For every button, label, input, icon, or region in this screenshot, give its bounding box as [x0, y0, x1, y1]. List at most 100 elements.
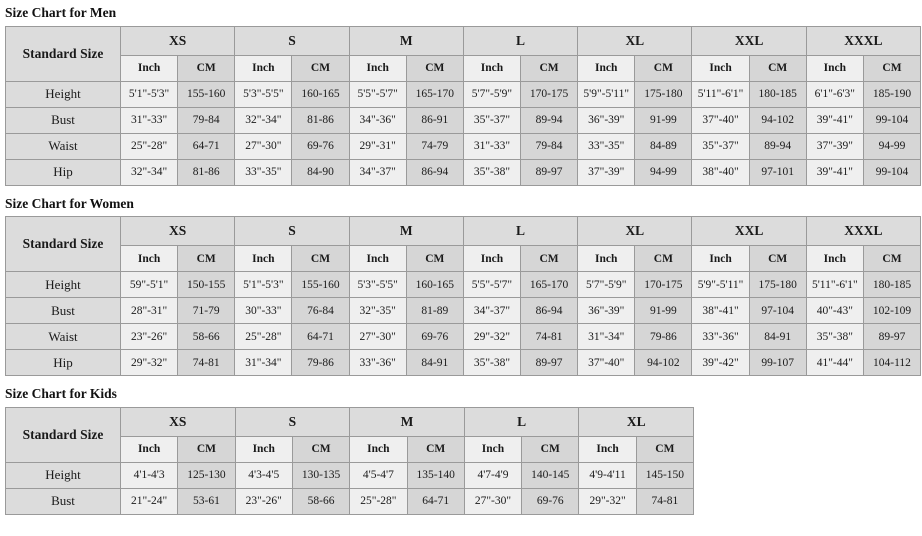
cell-height-s-inch: 4'3-4'5: [234, 461, 293, 489]
unit-header-l-inch: Inch: [462, 54, 522, 82]
cell-hip-xs-inch: 32"-34": [119, 158, 179, 186]
cell-hip-xl-inch: 37"-39": [577, 158, 636, 186]
cell-hip-xxxl-cm: 104-112: [862, 349, 922, 376]
cell-bust-xl-cm: 91-99: [634, 297, 693, 324]
cell-hip-m-cm: 84-91: [405, 349, 464, 376]
cell-waist-s-inch: 25"-28": [234, 323, 293, 350]
cell-bust-xxl-inch: 37"-40": [691, 106, 750, 134]
cell-hip-s-inch: 31"-34": [234, 349, 293, 376]
cell-waist-m-inch: 27"-30": [348, 323, 407, 350]
size-header-xxxl: XXXL: [805, 25, 922, 56]
cell-waist-l-cm: 74-81: [520, 323, 579, 350]
chart-spacer: [0, 186, 922, 197]
unit-header-xxl-inch: Inch: [691, 245, 750, 272]
cell-waist-xl-inch: 31"-34": [577, 323, 636, 350]
cell-height-xxxl-cm: 185-190: [862, 80, 922, 108]
size-header-l: L: [462, 216, 579, 246]
cell-bust-l-inch: 35"-37": [462, 106, 522, 134]
cell-waist-s-cm: 64-71: [291, 323, 350, 350]
cell-bust-xxl-cm: 94-102: [748, 106, 807, 134]
cell-bust-xl-inch: 36"-39": [577, 106, 636, 134]
table-row: Height 4'1-4'3 125-130 4'3-4'5 130-135 4'5-4'…: [5, 461, 695, 489]
cell-bust-m-cm: 81-89: [405, 297, 464, 324]
cell-waist-m-cm: 69-76: [405, 323, 464, 350]
measurement-label-height: Height: [5, 271, 121, 298]
size-header-m: M: [348, 216, 464, 246]
unit-header-xs-cm: CM: [177, 245, 236, 272]
table-row: Hip 32"-34" 81-86 33"-35" 84-90 34"-37" 86-94 3…: [5, 158, 922, 186]
unit-header-xs-inch: Inch: [119, 54, 179, 82]
cell-bust-xs-inch: 21"-24": [119, 487, 179, 515]
unit-header-s-inch: Inch: [234, 54, 293, 82]
size-header-xs: XS: [119, 216, 236, 246]
cell-bust-m-inch: 34"-36": [348, 106, 407, 134]
cell-hip-s-cm: 84-90: [291, 158, 350, 186]
cell-bust-l-cm: 86-94: [520, 297, 579, 324]
table-row: Height 5'1"-5'3" 155-160 5'3"-5'5" 160-165 5'…: [5, 80, 922, 108]
size-table-women: Standard Size XS S M L XL XXL XXXL Inch CM Inch CM I…: [5, 216, 922, 376]
table-row: Height 59"-5'1" 150-155 5'1"-5'3" 155-160 5'3…: [5, 271, 922, 298]
cell-height-s-inch: 5'1"-5'3": [234, 271, 293, 298]
size-header-s: S: [234, 406, 351, 437]
cell-hip-xl-cm: 94-102: [634, 349, 693, 376]
unit-header-xl-inch: Inch: [577, 54, 636, 82]
unit-header-xxxl-cm: CM: [862, 54, 922, 82]
cell-height-xxl-cm: 180-185: [748, 80, 807, 108]
cell-waist-xl-cm: 84-89: [634, 132, 693, 160]
cell-hip-xxxl-inch: 41"-44": [805, 349, 864, 376]
measurement-label-waist: Waist: [5, 132, 121, 160]
unit-header-s-cm: CM: [291, 435, 351, 463]
unit-header-xl-inch: Inch: [577, 245, 636, 272]
cell-bust-l-inch: 27"-30": [463, 487, 523, 515]
unit-header-m-cm: CM: [405, 54, 464, 82]
cell-waist-xxl-cm: 84-91: [748, 323, 807, 350]
standard-size-header: Standard Size: [5, 406, 121, 463]
unit-header-m-inch: Inch: [348, 245, 407, 272]
unit-header-xxxl-inch: Inch: [805, 54, 864, 82]
size-header-xs: XS: [120, 406, 236, 437]
cell-height-m-cm: 135-140: [406, 461, 465, 489]
cell-height-s-cm: 130-135: [291, 461, 351, 489]
cell-waist-xl-cm: 79-86: [634, 323, 693, 350]
chart-title-women: Size Chart for Women: [5, 195, 134, 211]
unit-header-xxl-cm: CM: [748, 245, 807, 272]
cell-bust-m-inch: 25"-28": [349, 487, 408, 515]
cell-waist-s-inch: 27"-30": [234, 132, 293, 160]
unit-header-s-inch: Inch: [234, 245, 293, 272]
cell-bust-xl-cm: 91-99: [634, 106, 693, 134]
cell-bust-s-inch: 30"-33": [234, 297, 293, 324]
cell-height-xs-inch: 5'1"-5'3": [119, 80, 179, 108]
cell-height-l-inch: 4'7-4'9: [463, 461, 523, 489]
unit-header-l-inch: Inch: [462, 245, 522, 272]
unit-header-m-inch: Inch: [349, 435, 408, 463]
cell-hip-xs-cm: 74-81: [177, 349, 236, 376]
unit-header-l-cm: CM: [521, 435, 580, 463]
unit-header-xs-cm: CM: [177, 435, 236, 463]
table-row: Waist 25"-28" 64-71 27"-30" 69-76 29"-31" 74-7…: [5, 132, 922, 160]
cell-bust-s-cm: 76-84: [291, 297, 350, 324]
cell-bust-s-inch: 32"-34": [234, 106, 293, 134]
table-row: Waist 23"-26" 58-66 25"-28" 64-71 27"-30" 69-7…: [5, 323, 922, 350]
cell-bust-l-cm: 69-76: [521, 487, 580, 515]
cell-height-xxxl-inch: 5'11"-6'1": [805, 271, 864, 298]
chart-title-men: Size Chart for Men: [5, 5, 117, 20]
cell-hip-xxl-inch: 38"-40": [691, 158, 750, 186]
size-chart-kids: Size Chart for Kids Standard Size XS S M L XL I…: [0, 387, 922, 515]
size-header-xxl: XXL: [691, 25, 807, 56]
cell-bust-m-cm: 64-71: [406, 487, 465, 515]
cell-hip-l-inch: 35"-38": [462, 158, 522, 186]
cell-height-xxxl-cm: 180-185: [862, 271, 922, 298]
cell-hip-l-cm: 89-97: [520, 349, 579, 376]
cell-waist-m-inch: 29"-31": [348, 132, 407, 160]
cell-hip-m-inch: 34"-37": [348, 158, 407, 186]
standard-size-header: Standard Size: [5, 25, 121, 82]
cell-height-l-cm: 140-145: [521, 461, 580, 489]
cell-height-xl-cm: 145-150: [635, 461, 695, 489]
cell-hip-xl-cm: 94-99: [634, 158, 693, 186]
cell-height-xl-inch: 4'9-4'11: [578, 461, 637, 489]
cell-height-xl-inch: 5'7"-5'9": [577, 271, 636, 298]
size-header-s: S: [234, 25, 350, 56]
unit-header-xxxl-cm: CM: [862, 245, 922, 272]
cell-hip-xxl-cm: 99-107: [748, 349, 807, 376]
unit-header-xs-inch: Inch: [119, 435, 179, 463]
